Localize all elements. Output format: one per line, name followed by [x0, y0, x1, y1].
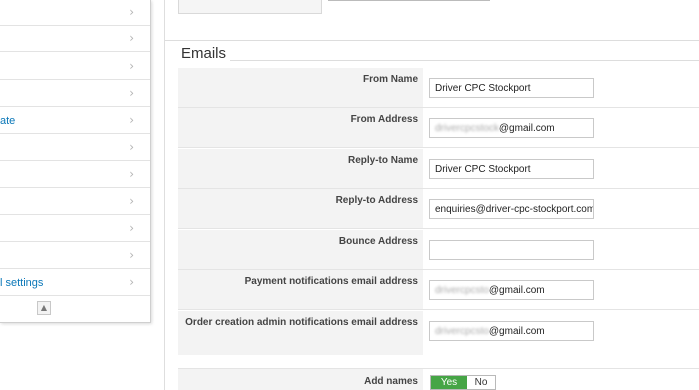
collapse-sidebar-icon[interactable]: ▲	[37, 301, 51, 315]
sidebar-item[interactable]: ›	[0, 162, 150, 188]
form-row-payment-notifications: Payment notifications email address driv…	[178, 270, 699, 310]
previous-field-edge	[328, 0, 490, 1]
toggle-no-option[interactable]: No	[467, 376, 495, 389]
sidebar-item[interactable]: ›	[0, 26, 150, 52]
divider	[230, 60, 699, 61]
field-label: Reply-to Address	[335, 195, 418, 206]
form-row-reply-to-name: Reply-to Name Driver CPC Stockport	[178, 149, 699, 189]
form-row-from-name: From Name Driver CPC Stockport	[178, 68, 699, 108]
label-cell: Reply-to Address	[178, 189, 423, 228]
sidebar-item[interactable]: ate ›	[0, 108, 150, 134]
chevron-right-icon: ›	[129, 59, 134, 73]
field-value: @gmail.com	[488, 326, 545, 337]
label-cell: Reply-to Name	[178, 149, 423, 188]
sidebar-item-label: ate	[0, 115, 16, 127]
bounce-address-input[interactable]	[429, 240, 594, 260]
field-value: @gmail.com	[498, 123, 555, 134]
label-cell: From Name	[178, 68, 423, 107]
field-label: From Name	[362, 74, 418, 85]
field-label: Reply-to Name	[347, 155, 418, 166]
sidebar-item[interactable]: ›	[0, 216, 150, 242]
chevron-right-icon: ›	[129, 5, 134, 19]
sidebar-item[interactable]: ›	[0, 81, 150, 107]
redacted-text: drivercpcsto	[435, 285, 489, 296]
form-row-order-creation-notifications: Order creation admin notifications email…	[178, 311, 699, 355]
label-cell: Add names	[178, 369, 423, 390]
divider	[164, 0, 165, 390]
label-cell: Payment notifications email address	[178, 270, 423, 309]
field-value: Driver CPC Stockport	[435, 164, 531, 175]
form-row-bounce-address: Bounce Address	[178, 230, 699, 270]
field-value: @gmail.com	[488, 285, 545, 296]
previous-section-box	[178, 0, 322, 14]
form-row-reply-to-address: Reply-to Address enquiries@driver-cpc-st…	[178, 189, 699, 229]
from-name-input[interactable]: Driver CPC Stockport	[429, 78, 594, 98]
chevron-right-icon: ›	[129, 140, 134, 154]
sidebar-item[interactable]: ›	[0, 54, 150, 80]
payment-notifications-email-input[interactable]: drivercpcsto@gmail.com	[429, 280, 594, 300]
label-cell: From Address	[178, 108, 423, 147]
add-names-toggle[interactable]: Yes No	[430, 375, 496, 390]
field-label: Add names	[364, 376, 418, 387]
sidebar-item[interactable]: ›	[0, 0, 150, 26]
chevron-right-icon: ›	[129, 31, 134, 45]
field-label: Order creation admin notifications email…	[185, 317, 418, 328]
sidebar-item[interactable]: ›	[0, 135, 150, 161]
chevron-right-icon: ›	[129, 86, 134, 100]
chevron-right-icon: ›	[129, 167, 134, 181]
from-address-input[interactable]: drivercpcstock@gmail.com	[429, 118, 594, 138]
sidebar-item-label: l settings	[0, 277, 44, 289]
sidebar-menu: › › › › ate › › › › › › l settings › ▲	[0, 0, 151, 323]
redacted-text: drivercpcsto	[435, 326, 489, 337]
sidebar-item[interactable]: l settings ›	[0, 270, 150, 296]
label-cell: Order creation admin notifications email…	[178, 311, 423, 355]
chevron-right-icon: ›	[129, 113, 134, 127]
sidebar-item[interactable]: ›	[0, 189, 150, 215]
redacted-text: drivercpcstock	[435, 123, 499, 134]
field-label: From Address	[350, 114, 418, 125]
toggle-yes-option[interactable]: Yes	[431, 376, 467, 389]
form-row-from-address: From Address drivercpcstock@gmail.com	[178, 108, 699, 148]
chevron-right-icon: ›	[129, 248, 134, 262]
order-creation-email-input[interactable]: drivercpcsto@gmail.com	[429, 321, 594, 341]
reply-to-address-input[interactable]: enquiries@driver-cpc-stockport.com	[429, 199, 594, 219]
chevron-right-icon: ›	[129, 194, 134, 208]
divider	[165, 40, 699, 41]
sidebar-item[interactable]: ›	[0, 243, 150, 269]
field-label: Bounce Address	[338, 236, 418, 247]
chevron-right-icon: ›	[129, 221, 134, 235]
section-title: Emails	[181, 45, 227, 62]
label-cell: Bounce Address	[178, 230, 423, 269]
field-label: Payment notifications email address	[244, 276, 418, 287]
field-value: Driver CPC Stockport	[435, 83, 531, 94]
reply-to-name-input[interactable]: Driver CPC Stockport	[429, 159, 594, 179]
chevron-right-icon: ›	[129, 275, 134, 289]
field-value: enquiries@driver-cpc-stockport.com	[435, 204, 594, 215]
